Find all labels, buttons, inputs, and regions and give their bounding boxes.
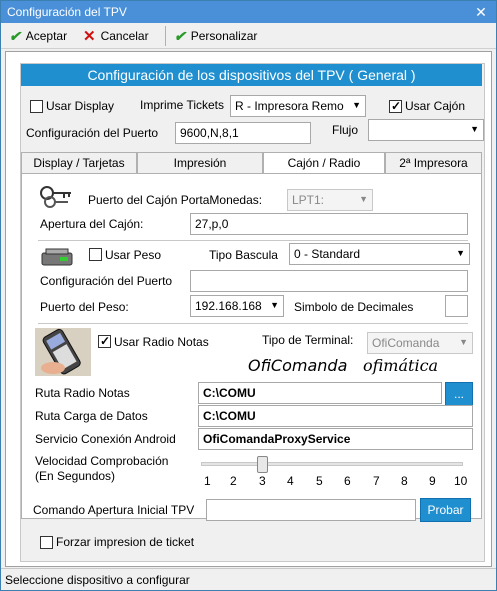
accept-button[interactable]: ✔ Aceptar	[9, 27, 67, 45]
chevron-down-icon: ▼	[470, 124, 479, 134]
terminal-type-select[interactable]: OfiComanda ▼	[367, 332, 473, 354]
chevron-down-icon: ▼	[270, 300, 279, 310]
speed-tick: 1	[204, 474, 211, 488]
cancel-button[interactable]: ✕ Cancelar	[83, 27, 149, 45]
scale-icon	[41, 248, 73, 266]
tab-segunda-impresora[interactable]: 2ª Impresora	[385, 152, 482, 174]
terminal-type-value: OfiComanda	[372, 336, 440, 350]
chevron-down-icon: ▼	[359, 194, 368, 204]
cancel-x-icon: ✕	[83, 28, 96, 45]
radio-path-field[interactable]: C:\COMU	[198, 382, 442, 404]
speed-tick: 5	[316, 474, 323, 488]
flow-select[interactable]: ▼	[368, 119, 484, 141]
load-path-label: Ruta Carga de Datos	[35, 409, 148, 423]
scale-port-config-field[interactable]	[190, 270, 468, 292]
ofimatica-logo: ofimática	[363, 356, 439, 375]
print-tickets-value: R - Impresora Remo	[235, 99, 344, 113]
decimals-field[interactable]	[445, 295, 468, 317]
scale-type-select[interactable]: 0 - Standard ▼	[289, 243, 470, 265]
decimals-label: Simbolo de Decimales	[294, 300, 414, 314]
use-display-label: Usar Display	[46, 99, 115, 113]
ofi-comanda-brand: OfiComanda	[248, 356, 348, 375]
android-service-label: Servicio Conexión Android	[35, 432, 176, 446]
divider	[38, 240, 468, 241]
scale-type-label: Tipo Bascula	[209, 248, 278, 262]
chevron-down-icon: ▼	[456, 248, 465, 258]
config-window: Configuración del TPV ✕ ✔ Aceptar ✕ Canc…	[0, 0, 497, 591]
customize-button[interactable]: ✔ Personalizar	[174, 27, 257, 45]
flow-label: Flujo	[332, 123, 359, 137]
close-icon[interactable]: ✕	[466, 1, 496, 23]
speed-tick: 6	[344, 474, 351, 488]
test-button[interactable]: Probar	[420, 498, 471, 522]
drawer-port-select[interactable]: LPT1: ▼	[287, 189, 373, 211]
tpv-command-label: Comando Apertura Inicial TPV	[33, 503, 195, 517]
status-text: Seleccione dispositivo a configurar	[5, 573, 190, 587]
drawer-port-label: Puerto del Cajón PortaMonedas:	[88, 193, 263, 207]
use-weight-label: Usar Peso	[105, 248, 162, 262]
force-print-checkbox[interactable]	[40, 536, 53, 549]
use-radio-checkbox[interactable]	[98, 334, 111, 348]
speed-slider-thumb[interactable]	[257, 456, 268, 473]
section-header: Configuración de los dispositivos del TP…	[21, 64, 482, 86]
weight-port-label: Puerto del Peso:	[40, 300, 129, 314]
tab-strip: Display / Tarjetas Impresión Cajón / Rad…	[21, 152, 482, 175]
browse-button[interactable]: ...	[445, 382, 473, 406]
speed-tick: 3	[259, 474, 266, 488]
chevron-down-icon: ▼	[352, 100, 361, 110]
load-path-field[interactable]: C:\COMU	[198, 405, 473, 427]
handheld-terminal-icon	[35, 328, 91, 376]
speed-tick: 7	[373, 474, 380, 488]
drawer-opening-field[interactable]: 27,p,0	[190, 213, 468, 235]
tpv-command-field[interactable]	[206, 499, 416, 521]
keys-icon	[40, 186, 71, 208]
use-drawer-label: Usar Cajón	[405, 99, 466, 113]
accept-label: Aceptar	[25, 29, 68, 43]
force-print-label: Forzar impresion de ticket	[56, 535, 195, 549]
tab-display-tarjetas[interactable]: Display / Tarjetas	[21, 152, 137, 174]
use-display-checkbox[interactable]	[30, 100, 43, 113]
speed-tick: 2	[230, 474, 237, 488]
terminal-type-label: Tipo de Terminal:	[262, 333, 354, 347]
use-radio-label: Usar Radio Notas	[114, 335, 209, 349]
chevron-down-icon: ▼	[459, 337, 468, 347]
port-config-field[interactable]: 9600,N,8,1	[175, 122, 311, 144]
cancel-label: Cancelar	[100, 29, 149, 43]
checkmark-icon: ✔	[174, 27, 186, 44]
speed-tick: 10	[454, 474, 468, 488]
weight-port-select[interactable]: 192.168.168 ▼	[190, 295, 284, 317]
speed-tick: 8	[401, 474, 408, 488]
use-drawer-checkbox[interactable]	[389, 99, 402, 113]
speed-slider-track[interactable]	[201, 462, 463, 466]
status-bar: Seleccione dispositivo a configurar	[1, 568, 496, 590]
print-tickets-select[interactable]: R - Impresora Remo ▼	[230, 95, 366, 117]
port-config-label: Configuración del Puerto	[26, 126, 159, 140]
toolbar: ✔ Aceptar ✕ Cancelar ✔ Personalizar	[1, 23, 496, 49]
speed-label-line1: Velocidad Comprobación	[35, 454, 169, 468]
weight-port-value: 192.168.168	[195, 299, 262, 313]
radio-path-label: Ruta Radio Notas	[35, 386, 130, 400]
speed-label-line2: (En Segundos)	[35, 469, 116, 483]
print-tickets-label: Imprime Tickets	[140, 98, 225, 112]
use-weight-checkbox[interactable]	[89, 248, 102, 261]
android-service-field[interactable]: OfiComandaProxyService	[198, 428, 473, 450]
toolbar-separator	[165, 26, 166, 46]
tab-impresion[interactable]: Impresión	[137, 152, 263, 174]
scale-port-config-label: Configuración del Puerto	[40, 274, 173, 288]
divider	[38, 323, 468, 324]
customize-label: Personalizar	[190, 29, 258, 43]
drawer-opening-label: Apertura del Cajón:	[40, 217, 144, 231]
title-bar: Configuración del TPV ✕	[1, 1, 496, 23]
speed-tick: 4	[287, 474, 294, 488]
drawer-port-value: LPT1:	[292, 193, 325, 207]
checkmark-icon: ✔	[9, 27, 21, 44]
scale-type-value: 0 - Standard	[294, 247, 361, 261]
tab-cajon-radio[interactable]: Cajón / Radio	[263, 152, 385, 175]
speed-tick: 9	[429, 474, 436, 488]
window-title: Configuración del TPV	[7, 5, 127, 19]
